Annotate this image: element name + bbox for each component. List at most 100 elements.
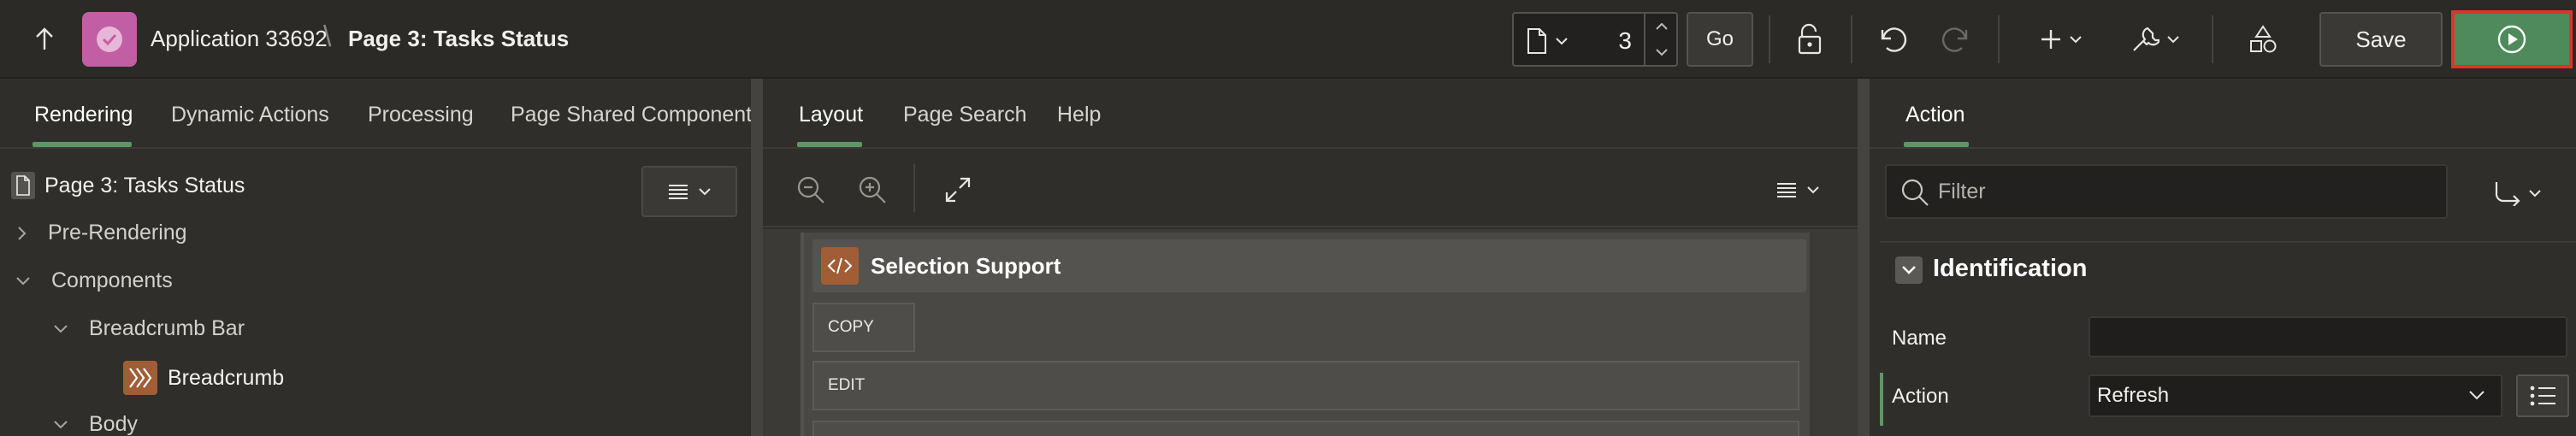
code-icon: [821, 247, 859, 285]
search-icon: [1900, 178, 1929, 207]
zoom-in-icon[interactable]: [855, 169, 889, 210]
page-number-input[interactable]: 3: [1586, 26, 1637, 56]
go-to-group-button[interactable]: [2494, 174, 2554, 212]
tab-dynamic-actions[interactable]: Dynamic Actions: [171, 103, 329, 127]
run-icon: [2497, 25, 2526, 54]
copy-button-placeholder[interactable]: COPY: [812, 303, 915, 352]
arrow-up-icon[interactable]: [26, 22, 63, 56]
tree-item-breadcrumb[interactable]: Breadcrumb: [123, 361, 284, 395]
tree-item-body[interactable]: Body: [53, 412, 138, 436]
middle-tab-bar: Layout Page Search Help: [763, 79, 1858, 149]
tab-rendering[interactable]: Rendering: [34, 103, 133, 127]
redo-icon[interactable]: [1938, 19, 1976, 60]
filter-input[interactable]: [1938, 174, 2434, 209]
region-selection-support[interactable]: Selection Support COPY EDIT: [801, 233, 1810, 436]
name-field[interactable]: [2089, 316, 2567, 357]
chevron-down-icon: [16, 276, 30, 285]
left-tab-bar: Rendering Dynamic Actions Processing Pag…: [0, 79, 763, 149]
menu-lines-icon: [669, 185, 688, 199]
layout-canvas: Selection Support COPY EDIT: [763, 229, 1858, 436]
page-doc-icon[interactable]: [1526, 26, 1577, 56]
tab-page-search[interactable]: Page Search: [903, 103, 1027, 127]
undo-icon[interactable]: [1873, 19, 1911, 60]
active-tab-indicator: [1904, 142, 1969, 147]
chevron-down-icon: [2529, 190, 2541, 197]
chevron-down-icon: [54, 420, 68, 428]
chevron-down-icon: [54, 324, 68, 333]
right-tab-bar: Action: [1870, 79, 2576, 149]
chevron-down-icon: [1807, 186, 1819, 194]
layout-menu-button[interactable]: [1772, 169, 1823, 210]
tree-item-label: Components: [51, 268, 173, 292]
tree-root-page[interactable]: Page 3: Tasks Status: [10, 171, 245, 200]
shapes-icon[interactable]: [2244, 19, 2282, 60]
tab-action[interactable]: Action: [1905, 103, 1964, 127]
rendering-panel: Rendering Dynamic Actions Processing Pag…: [0, 79, 763, 436]
toolbar-divider: [1851, 15, 1852, 63]
wrench-icon: [2133, 27, 2159, 51]
chevron-up-icon[interactable]: [1645, 14, 1678, 39]
tree-item-components[interactable]: Components: [15, 268, 173, 293]
edit-button-placeholder[interactable]: EDIT: [812, 361, 1799, 410]
left-splitter[interactable]: [751, 79, 763, 436]
tab-help[interactable]: Help: [1057, 103, 1101, 127]
toolbar-divider: [2212, 15, 2213, 63]
tree-item-label: Body: [89, 412, 138, 436]
layout-panel: Layout Page Search Help Selection Suppor…: [763, 79, 1858, 436]
app-check-icon[interactable]: [82, 12, 137, 67]
right-splitter[interactable]: [1858, 79, 1870, 436]
current-property-marker: [1880, 373, 1883, 426]
utilities-menu-button[interactable]: [2128, 19, 2183, 60]
active-tab-indicator: [797, 142, 862, 147]
corner-arrow-icon: [2495, 182, 2520, 206]
tab-layout[interactable]: Layout: [799, 103, 863, 127]
layout-toolbar: [763, 149, 1858, 227]
filter-field[interactable]: [1885, 164, 2448, 219]
chevron-down-icon: [699, 188, 711, 196]
save-button[interactable]: Save: [2319, 12, 2443, 67]
run-page-button[interactable]: [2451, 10, 2573, 68]
page-title: Page 3: Tasks Status: [348, 26, 570, 51]
list-icon[interactable]: [2516, 374, 2569, 417]
page-selector[interactable]: 3: [1512, 12, 1678, 67]
action-select-value: Refresh: [2097, 384, 2170, 407]
plus-icon: [2041, 30, 2060, 49]
tree-item-label: Page 3: Tasks Status: [44, 173, 245, 197]
lock-icon[interactable]: [1791, 19, 1829, 60]
active-tab-indicator: [32, 142, 132, 147]
tab-processing[interactable]: Processing: [368, 103, 474, 127]
button-placeholder[interactable]: [812, 421, 1799, 436]
section-title: Identification: [1933, 255, 2088, 282]
breadcrumb-icon: [123, 361, 157, 395]
chevron-down-icon: [1556, 38, 1568, 45]
application-link[interactable]: Application 33692: [151, 26, 328, 52]
zoom-out-icon[interactable]: [794, 169, 828, 210]
app-header: Application 33692 \ Page 3: Tasks Status…: [0, 0, 2576, 79]
name-label: Name: [1892, 327, 1947, 350]
chevron-down-icon: [2167, 36, 2179, 44]
action-label: Action: [1892, 385, 1949, 408]
tree-item-pre-rendering[interactable]: Pre-Rendering: [17, 221, 187, 245]
tree-item-label: Breadcrumb Bar: [89, 316, 245, 340]
collapse-toggle-icon[interactable]: [1895, 256, 1923, 284]
expand-icon[interactable]: [941, 169, 975, 210]
toolbar-divider: [1769, 15, 1770, 63]
tab-page-shared-components[interactable]: Page Shared Components: [511, 103, 763, 127]
chevron-right-icon: [18, 226, 27, 240]
page-doc-icon: [10, 171, 36, 200]
region-header[interactable]: Selection Support: [812, 239, 1806, 292]
action-select[interactable]: Refresh: [2089, 374, 2502, 417]
identification-section: Identification Name Action Refresh: [1880, 241, 2576, 436]
page-stepper[interactable]: [1644, 14, 1678, 65]
property-editor: Action Identification Name Action Refres…: [1870, 79, 2576, 436]
tree-item-label: Breadcrumb: [168, 365, 285, 390]
chevron-down-icon[interactable]: [1645, 39, 1678, 65]
breadcrumb-separator: \: [323, 21, 332, 53]
region-title: Selection Support: [871, 252, 1061, 279]
create-menu-button[interactable]: [2035, 19, 2087, 60]
chevron-down-icon: [2070, 36, 2082, 44]
tree-item-breadcrumb-bar[interactable]: Breadcrumb Bar: [53, 316, 245, 341]
tree-menu-button[interactable]: [641, 166, 737, 217]
go-button[interactable]: Go: [1687, 12, 1753, 67]
menu-lines-icon: [1777, 183, 1796, 197]
